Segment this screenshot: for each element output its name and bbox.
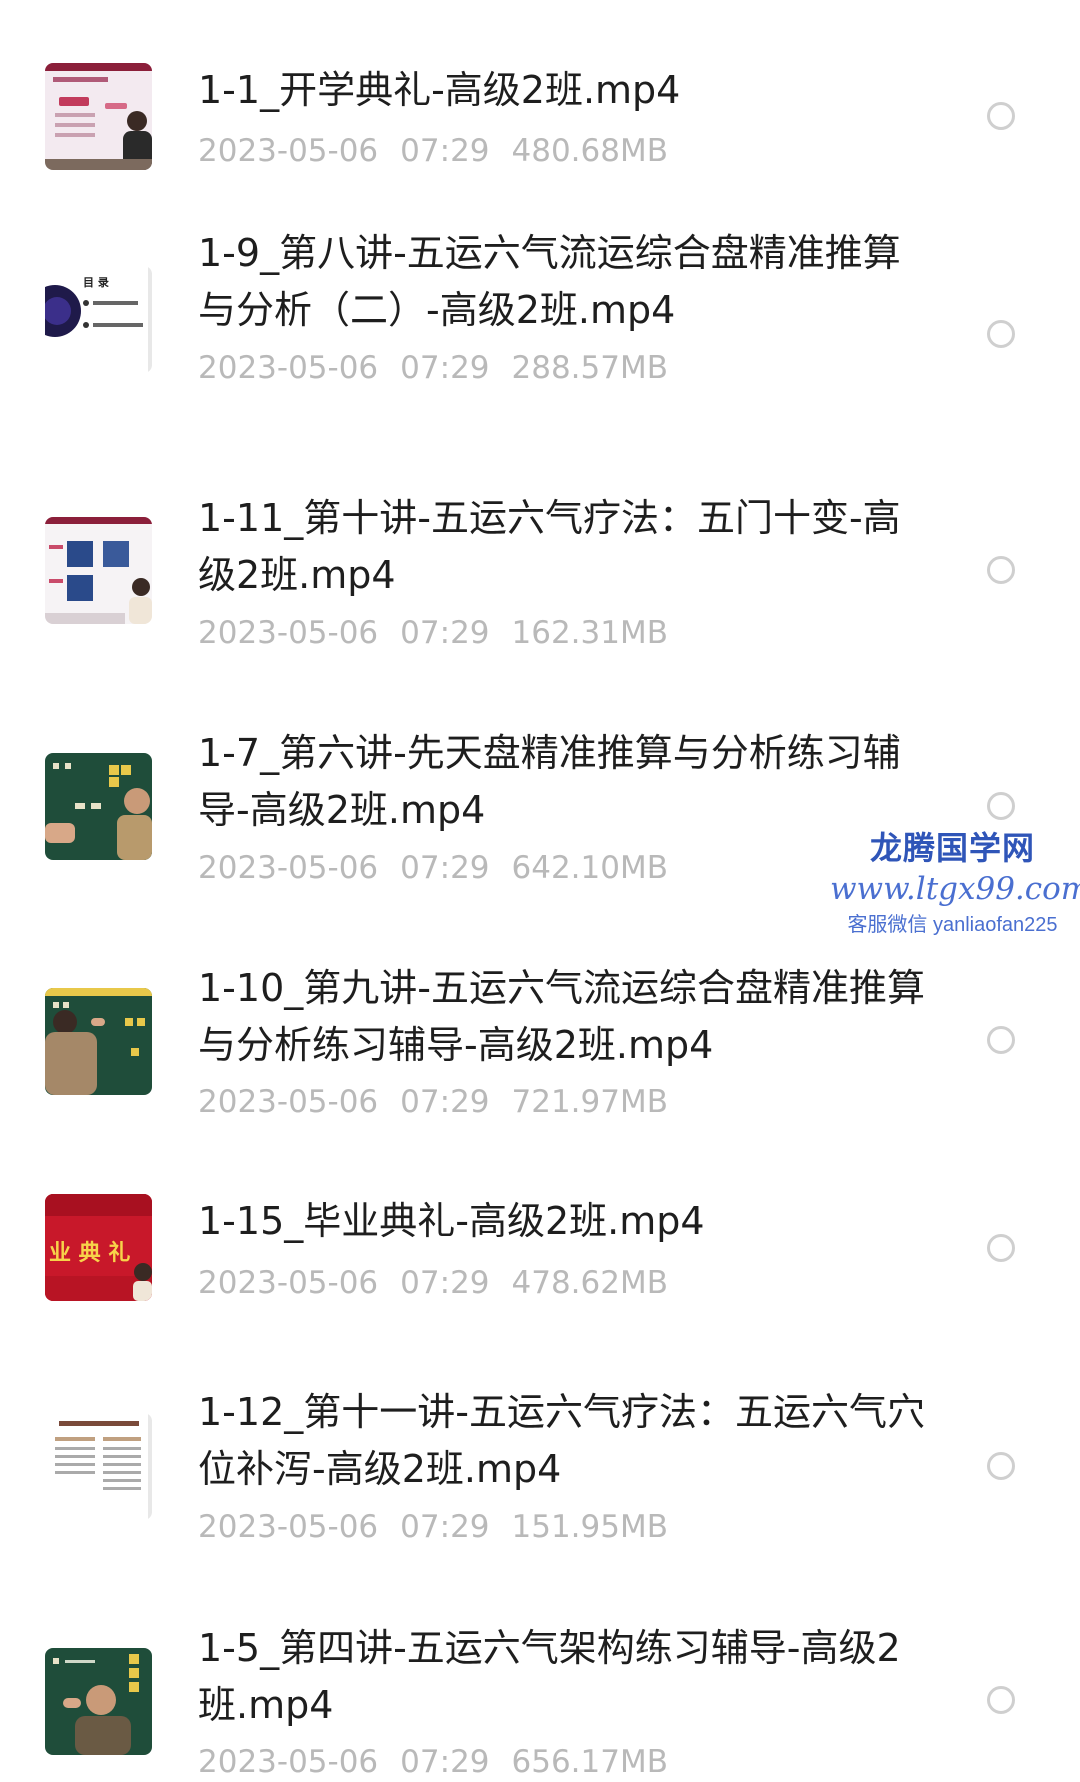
file-row[interactable]: 1-1_开学典礼-高级2班.mp4 2023-05-06 07:29 480.68M…	[0, 0, 1080, 205]
file-time: 07:29	[400, 350, 490, 386]
file-size: 162.31MB	[511, 615, 668, 651]
video-thumbnail[interactable]	[45, 1413, 152, 1520]
file-row[interactable]: 1-10_第九讲-五运六气流运综合盘精准推算与分析练习辅导-高级2班.mp4 2…	[0, 910, 1080, 1145]
file-size: 478.62MB	[511, 1265, 668, 1301]
select-checkbox[interactable]	[987, 1452, 1015, 1480]
select-checkbox[interactable]	[987, 556, 1015, 584]
file-size: 721.97MB	[511, 1084, 668, 1120]
video-thumbnail[interactable]	[45, 753, 152, 860]
file-size: 151.95MB	[511, 1509, 668, 1545]
file-time: 07:29	[400, 615, 490, 651]
select-checkbox[interactable]	[987, 102, 1015, 130]
video-thumbnail[interactable]	[45, 63, 152, 170]
select-checkbox[interactable]	[987, 1026, 1015, 1054]
file-meta: 2023-05-06 07:29 721.97MB	[198, 1082, 690, 1122]
file-date: 2023-05-06	[198, 350, 379, 386]
thumb-graduation-text: 业 典 礼	[49, 1240, 130, 1266]
file-date: 2023-05-06	[198, 1509, 379, 1545]
file-row[interactable]: 业 典 礼 1-15_毕业典礼-高级2班.mp4 2023-05-06 07:29…	[0, 1145, 1080, 1335]
file-size: 480.68MB	[511, 133, 668, 169]
watermark-contact: 客服微信 yanliaofan225	[847, 914, 1058, 936]
file-meta: 2023-05-06 07:29 642.10MB	[198, 848, 690, 888]
video-thumbnail[interactable]	[45, 988, 152, 1095]
file-time: 07:29	[400, 850, 490, 886]
file-date: 2023-05-06	[198, 850, 379, 886]
file-time: 07:29	[400, 133, 490, 169]
file-time: 07:29	[400, 1084, 490, 1120]
file-date: 2023-05-06	[198, 1084, 379, 1120]
file-meta: 2023-05-06 07:29 288.57MB	[198, 348, 690, 388]
file-time: 07:29	[400, 1265, 490, 1301]
file-meta: 2023-05-06 07:29 162.31MB	[198, 613, 690, 653]
file-date: 2023-05-06	[198, 133, 379, 169]
file-meta: 2023-05-06 07:29 151.95MB	[198, 1507, 690, 1547]
file-name[interactable]: 1-11_第十讲-五运六气疗法：五门十变-高级2班.mp4	[198, 490, 938, 604]
select-checkbox[interactable]	[987, 792, 1015, 820]
file-name[interactable]: 1-7_第六讲-先天盘精准推算与分析练习辅导-高级2班.mp4	[198, 725, 938, 839]
file-date: 2023-05-06	[198, 615, 379, 651]
file-row[interactable]: 1-11_第十讲-五运六气疗法：五门十变-高级2班.mp4 2023-05-06…	[0, 440, 1080, 675]
file-name[interactable]: 1-12_第十一讲-五运六气疗法：五运六气穴位补泻-高级2班.mp4	[198, 1384, 938, 1498]
watermark: 龙腾国学网 www.ltgx99.com 客服微信 yanliaofan225	[830, 828, 1080, 940]
file-date: 2023-05-06	[198, 1265, 379, 1301]
select-checkbox[interactable]	[987, 320, 1015, 348]
file-size: 656.17MB	[511, 1744, 668, 1780]
file-name[interactable]: 1-1_开学典礼-高级2班.mp4	[198, 62, 938, 119]
file-name[interactable]: 1-10_第九讲-五运六气流运综合盘精准推算与分析练习辅导-高级2班.mp4	[198, 960, 938, 1074]
video-thumbnail[interactable]	[45, 1648, 152, 1755]
video-thumbnail[interactable]: 目 录	[45, 266, 152, 373]
file-date: 2023-05-06	[198, 1744, 379, 1780]
select-checkbox[interactable]	[987, 1686, 1015, 1714]
file-time: 07:29	[400, 1744, 490, 1780]
file-name[interactable]: 1-5_第四讲-五运六气架构练习辅导-高级2班.mp4	[198, 1620, 938, 1734]
watermark-title: 龙腾国学网	[869, 829, 1035, 867]
file-meta: 2023-05-06 07:29 656.17MB	[198, 1742, 690, 1782]
select-checkbox[interactable]	[987, 1234, 1015, 1262]
file-time: 07:29	[400, 1509, 490, 1545]
file-size: 288.57MB	[511, 350, 668, 386]
thumb-contents-title: 目 录	[83, 276, 109, 289]
file-row[interactable]: 1-12_第十一讲-五运六气疗法：五运六气穴位补泻-高级2班.mp4 2023-…	[0, 1335, 1080, 1570]
file-row[interactable]: 目 录 1-9_第八讲-五运六气流运综合盘精准推算与分析（二）-高级2班.mp4…	[0, 205, 1080, 440]
file-meta: 2023-05-06 07:29 480.68MB	[198, 131, 690, 171]
file-row[interactable]: 1-5_第四讲-五运六气架构练习辅导-高级2班.mp4 2023-05-06 07…	[0, 1570, 1080, 1782]
file-name[interactable]: 1-15_毕业典礼-高级2班.mp4	[198, 1193, 938, 1250]
watermark-url: www.ltgx99.com	[830, 871, 1080, 907]
video-thumbnail[interactable]: 业 典 礼	[45, 1194, 152, 1301]
file-name[interactable]: 1-9_第八讲-五运六气流运综合盘精准推算与分析（二）-高级2班.mp4	[198, 225, 938, 339]
video-thumbnail[interactable]	[45, 517, 152, 624]
file-size: 642.10MB	[511, 850, 668, 886]
file-meta: 2023-05-06 07:29 478.62MB	[198, 1263, 690, 1303]
